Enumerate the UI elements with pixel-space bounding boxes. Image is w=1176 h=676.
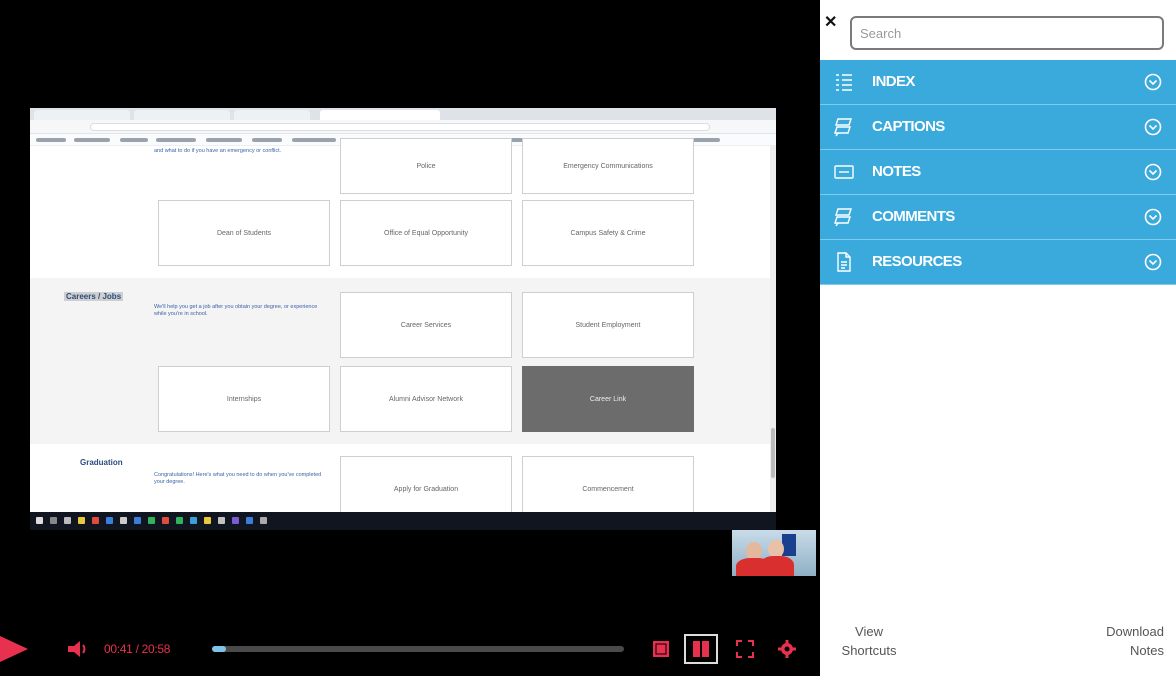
captions-icon [834,118,852,137]
section-label: RESOURCES [872,253,962,270]
card-dean-of-students: Dean of Students [158,200,330,266]
fullscreen-icon [736,640,754,658]
notes-icon [834,165,854,179]
card-emergency-communications: Emergency Communications [522,138,694,194]
careers-title: Careers / Jobs [64,292,124,301]
resources-icon [837,252,851,272]
chevron-down-icon [1144,208,1162,226]
card-commencement: Commencement [522,456,694,512]
section-index[interactable]: INDEX [820,60,1176,105]
video-area[interactable]: and what to do if you have an emergency … [0,0,820,676]
chevron-down-icon [1144,73,1162,91]
progress-bar[interactable] [212,646,624,652]
layout-single-button[interactable] [644,634,678,664]
section-resources[interactable]: RESOURCES [820,240,1176,285]
browser-address-bar [30,120,776,134]
chevron-down-icon [1144,118,1162,136]
card-student-employment: Student Employment [522,292,694,358]
gear-icon [778,640,796,658]
player-controls: 00:41 / 20:58 [0,620,820,676]
layout-split-button[interactable] [684,634,718,664]
section-notes[interactable]: NOTES [820,150,1176,195]
top-row-desc: and what to do if you have an emergency … [154,148,282,154]
section-label: INDEX [872,73,915,90]
screen-share: and what to do if you have an emergency … [30,108,776,512]
chevron-down-icon [1144,253,1162,271]
graduation-desc: Congratulations! Here's what you need to… [154,472,322,485]
single-view-icon [653,641,669,657]
embedded-scrollbar [770,146,776,512]
presenter-webcam-thumbnail[interactable] [732,530,816,576]
volume-button[interactable] [66,638,90,660]
player-app: and what to do if you have an emergency … [0,0,1176,676]
windows-taskbar [30,512,776,530]
section-label: NOTES [872,163,921,180]
settings-button[interactable] [770,634,804,664]
play-button[interactable] [0,636,28,662]
chevron-down-icon [1144,163,1162,181]
split-view-icon [693,641,709,657]
embedded-web-page: and what to do if you have an emergency … [30,138,770,512]
card-alumni-advisor-network: Alumni Advisor Network [340,366,512,432]
section-captions[interactable]: CAPTIONS [820,105,1176,150]
careers-desc: We'll help you get a job after you obtai… [154,304,318,317]
card-police: Police [340,138,512,194]
search-input[interactable] [850,16,1164,50]
comments-icon [834,208,852,227]
time-display: 00:41 / 20:58 [104,642,171,656]
card-campus-safety: Campus Safety & Crime [522,200,694,266]
panel-accordion: INDEX CAPTIONS NOTES COMMENTS RESOURCES [820,60,1176,285]
section-comments[interactable]: COMMENTS [820,195,1176,240]
card-career-services: Career Services [340,292,512,358]
card-office-of-equal-opportunity: Office of Equal Opportunity [340,200,512,266]
card-career-link: Career Link [522,366,694,432]
card-apply-for-graduation: Apply for Graduation [340,456,512,512]
list-icon [836,74,852,91]
view-shortcuts-button[interactable]: View Shortcuts [834,622,904,660]
speaker-icon [68,641,86,657]
close-icon[interactable]: ✕ [824,12,837,32]
side-panel: ✕ INDEX [820,0,1176,676]
browser-tabs [30,108,776,120]
progress-fill [212,646,227,652]
section-label: COMMENTS [872,208,955,225]
section-label: CAPTIONS [872,118,945,135]
graduation-title: Graduation [80,458,123,467]
download-notes-button[interactable]: Download Notes [1074,622,1164,660]
card-internships: Internships [158,366,330,432]
fullscreen-button[interactable] [728,634,762,664]
